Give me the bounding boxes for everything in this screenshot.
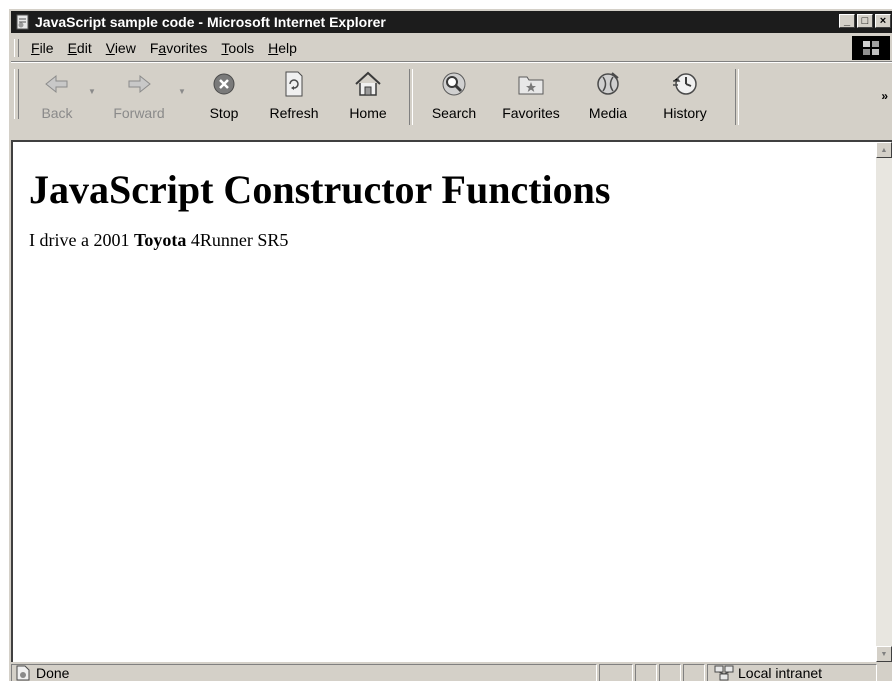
stop-button[interactable]: Stop <box>193 69 255 129</box>
web-page: JavaScript Constructor Functions I drive… <box>13 142 876 662</box>
page-heading: JavaScript Constructor Functions <box>29 167 611 212</box>
windows-logo-icon <box>863 41 879 55</box>
menu-bar: File Edit View Favorites Tools Help <box>11 35 892 62</box>
standard-toolbar: Back ▼ Forward ▼ Stop Refresh Home Searc… <box>11 62 892 139</box>
status-cell-4 <box>683 664 705 681</box>
minimize-button[interactable]: _ <box>839 14 855 28</box>
status-cell-3 <box>659 664 681 681</box>
content-area: JavaScript Constructor Functions I drive… <box>11 140 892 662</box>
vertical-scrollbar[interactable]: ▲ ▼ <box>876 142 892 662</box>
sentence-bold-make: Toyota <box>133 230 187 250</box>
menu-edit[interactable]: Edit <box>62 40 98 56</box>
menu-favorites[interactable]: Favorites <box>144 40 214 56</box>
page-sentence: I drive a 2001 Toyota 4Runner SR5 <box>29 230 860 251</box>
refresh-button[interactable]: Refresh <box>255 69 333 129</box>
scroll-down-button[interactable]: ▼ <box>876 646 892 662</box>
close-icon: × <box>879 14 887 27</box>
ie-page-icon <box>14 13 32 31</box>
sentence-end: 4Runner SR5 <box>186 230 289 250</box>
history-button[interactable]: History <box>643 69 727 129</box>
home-icon <box>354 69 382 99</box>
local-intranet-icon <box>714 665 734 681</box>
maximize-button[interactable]: □ <box>857 14 873 28</box>
security-zone-pane[interactable]: Local intranet <box>707 664 877 681</box>
title-bar[interactable]: JavaScript sample code - Microsoft Inter… <box>11 11 892 33</box>
forward-arrow-icon <box>126 69 152 99</box>
toolbar-more-chevron[interactable]: » <box>881 89 888 103</box>
forward-button[interactable]: Forward <box>101 69 177 129</box>
menu-view[interactable]: View <box>100 40 142 56</box>
search-button[interactable]: Search <box>419 69 489 129</box>
toolbar-grip[interactable] <box>14 69 19 119</box>
status-bar: Done Local intranet <box>11 663 892 681</box>
status-text: Done <box>36 665 70 681</box>
maximize-icon: □ <box>861 14 869 27</box>
scroll-up-button[interactable]: ▲ <box>876 142 892 158</box>
menu-grip[interactable] <box>14 39 19 57</box>
window-controls: _ □ × <box>837 14 891 28</box>
home-button[interactable]: Home <box>333 69 403 129</box>
forward-dropdown-arrow[interactable]: ▼ <box>177 87 187 96</box>
toolbar-separator <box>409 69 413 125</box>
minimize-icon: _ <box>843 14 851 27</box>
status-main-pane: Done <box>11 664 597 681</box>
windows-logo-throbber <box>852 36 890 60</box>
close-button[interactable]: × <box>875 14 891 28</box>
browser-window: JavaScript sample code - Microsoft Inter… <box>8 8 892 681</box>
page-done-icon <box>14 665 32 681</box>
back-dropdown-arrow[interactable]: ▼ <box>87 87 97 96</box>
favorites-button[interactable]: Favorites <box>489 69 573 129</box>
stop-icon <box>212 69 236 99</box>
zone-text: Local intranet <box>738 665 823 681</box>
window-title: JavaScript sample code - Microsoft Inter… <box>35 14 386 30</box>
status-cell-1 <box>599 664 633 681</box>
refresh-icon <box>283 69 305 99</box>
media-icon <box>595 69 621 99</box>
favorites-folder-icon <box>517 69 545 99</box>
back-button[interactable]: Back <box>27 69 87 129</box>
status-cell-2 <box>635 664 657 681</box>
menu-tools[interactable]: Tools <box>215 40 260 56</box>
media-button[interactable]: Media <box>573 69 643 129</box>
toolbar-separator-end <box>735 69 739 125</box>
scroll-up-icon: ▲ <box>880 146 888 154</box>
scroll-down-icon: ▼ <box>880 650 888 658</box>
back-arrow-icon <box>44 69 70 99</box>
sentence-start: I drive a 2001 <box>29 230 134 250</box>
menu-file[interactable]: File <box>25 40 60 56</box>
history-icon <box>671 69 699 99</box>
menu-help[interactable]: Help <box>262 40 303 56</box>
search-icon <box>441 69 467 99</box>
